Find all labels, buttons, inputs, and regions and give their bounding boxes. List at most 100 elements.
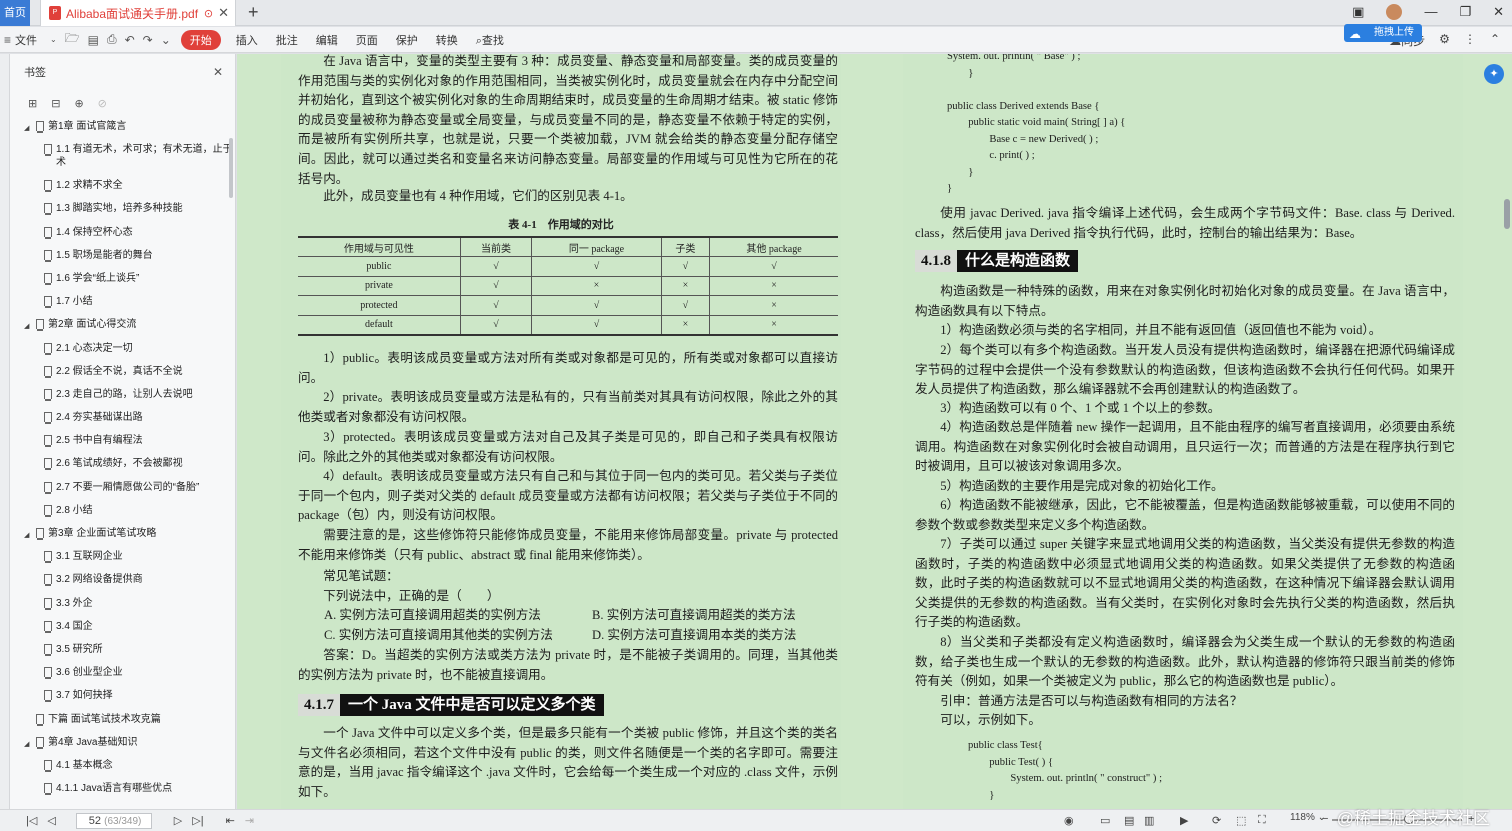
bookmark-item[interactable]: 2.3 走自己的路，让别人去说吧 bbox=[10, 384, 235, 407]
bookmark-item[interactable]: 3.1 互联网企业 bbox=[10, 546, 235, 569]
bookmark-icon bbox=[44, 342, 52, 355]
start-tab[interactable]: 开始 bbox=[180, 29, 221, 50]
rotate-icon[interactable]: ⟳ bbox=[1212, 814, 1221, 827]
save-icon[interactable]: ▤ bbox=[84, 33, 103, 47]
table-cell: √ bbox=[459, 315, 532, 335]
bookmark-chapter[interactable]: 下篇 面试笔试技术攻克篇 bbox=[10, 709, 235, 732]
delete-bookmark-icon[interactable]: ⊘ bbox=[98, 97, 107, 110]
restore-icon[interactable]: ❐ bbox=[1459, 4, 1471, 20]
table-row: private √ × × × bbox=[298, 276, 838, 296]
eye-mode-icon[interactable]: ◉ bbox=[1064, 814, 1074, 827]
redo-icon[interactable]: ↷ bbox=[139, 33, 157, 47]
insert-tab[interactable]: 插入 bbox=[227, 32, 267, 48]
collapse-all-icon[interactable]: ⊟ bbox=[51, 97, 60, 110]
play-icon[interactable]: ▶ bbox=[1180, 814, 1188, 827]
bookmark-item[interactable]: 2.7 不要一厢情愿做公司的“备胎” bbox=[10, 477, 235, 500]
two-page-icon[interactable]: ▥ bbox=[1144, 814, 1154, 827]
bookmark-item[interactable]: 3.5 研究所 bbox=[10, 639, 235, 662]
layout-icon[interactable]: ▣ bbox=[1352, 4, 1364, 20]
search-button[interactable]: ⌕查找 bbox=[467, 32, 513, 48]
add-bookmark-icon[interactable]: ⊕ bbox=[74, 97, 83, 110]
tab-close-icon[interactable]: ✕ bbox=[218, 5, 229, 21]
convert-tab[interactable]: 转换 bbox=[427, 32, 467, 48]
expand-triangle-icon[interactable]: ◢ bbox=[24, 120, 32, 135]
prev-page-icon[interactable]: ◁ bbox=[47, 814, 55, 827]
chevron-down-icon[interactable]: ⌄ bbox=[46, 35, 61, 44]
expand-all-icon[interactable]: ⊞ bbox=[28, 97, 37, 110]
crop-icon[interactable]: ⬚ bbox=[1236, 814, 1246, 827]
bookmark-item[interactable]: 1.5 职场是能者的舞台 bbox=[10, 245, 235, 268]
bookmark-item[interactable]: 3.2 网络设备提供商 bbox=[10, 569, 235, 592]
minimize-icon[interactable]: — bbox=[1424, 4, 1437, 20]
bookmark-item[interactable]: 1.2 求精不求全 bbox=[10, 175, 235, 198]
bookmark-item[interactable]: 4.1 基本概念 bbox=[10, 755, 235, 778]
bookmark-icon bbox=[44, 435, 52, 448]
print-icon[interactable]: ⎙ bbox=[103, 32, 121, 47]
bookmark-chapter[interactable]: ◢ 第3章 企业面试笔试攻略 bbox=[10, 523, 235, 546]
bookmark-chapter[interactable]: ◢ 第2章 面试心得交流 bbox=[10, 314, 235, 337]
last-page-icon[interactable]: ▷| bbox=[192, 814, 203, 827]
new-tab-button[interactable]: + bbox=[248, 2, 259, 23]
more-icon[interactable]: ⌄ bbox=[157, 33, 175, 47]
expand-triangle-icon[interactable]: ◢ bbox=[24, 318, 32, 333]
protect-tab[interactable]: 保护 bbox=[387, 32, 427, 48]
bookmark-item[interactable]: 2.6 笔试成绩好，不会被鄙视 bbox=[10, 453, 235, 476]
continuous-page-icon[interactable]: ▤ bbox=[1124, 814, 1134, 827]
page-tab[interactable]: 页面 bbox=[347, 32, 387, 48]
sidebar-scrollbar[interactable] bbox=[229, 138, 233, 198]
bookmark-chapter[interactable]: ◢ 第1章 面试官箴言 bbox=[10, 116, 235, 139]
first-page-icon[interactable]: |◁ bbox=[26, 814, 37, 827]
bookmark-icon bbox=[44, 481, 52, 494]
bookmark-label: 2.5 书中自有编程法 bbox=[56, 435, 143, 447]
zoom-out-icon[interactable]: − bbox=[1322, 813, 1328, 825]
sidebar-close-icon[interactable]: ✕ bbox=[213, 65, 223, 79]
bookmark-item[interactable]: 3.6 创业型企业 bbox=[10, 662, 235, 685]
main-toolbar: ≡ 文件 ⌄ 🗁 ▤ ⎙ ↶ ↷ ⌄ 开始 插入 批注 编辑 页面 保护 转换 … bbox=[0, 27, 1512, 53]
bookmark-item[interactable]: 2.4 夯实基础谋出路 bbox=[10, 407, 235, 430]
expand-triangle-icon[interactable]: ◢ bbox=[24, 736, 32, 751]
tab-home[interactable]: 首页 bbox=[0, 0, 30, 26]
single-page-icon[interactable]: ▭ bbox=[1100, 814, 1110, 827]
bookmark-item[interactable]: 1.1 有道无术，术可求；有术无道，止于术 bbox=[10, 139, 235, 175]
more-options-icon[interactable]: ⋮ bbox=[1464, 32, 1476, 49]
bookmark-item[interactable]: 1.3 脚踏实地，培养多种技能 bbox=[10, 198, 235, 221]
document-scrollbar[interactable] bbox=[1504, 199, 1510, 229]
table-header-cell: 子类 bbox=[660, 237, 710, 257]
bookmark-item[interactable]: 1.6 学会“纸上谈兵” bbox=[10, 268, 235, 291]
page-number-input[interactable]: 52 (63/349) bbox=[75, 812, 152, 829]
drag-upload-button[interactable]: ☁ 拖拽上传 bbox=[1344, 24, 1422, 42]
file-menu[interactable]: 文件 bbox=[15, 32, 46, 48]
menu-icon[interactable]: ≡ bbox=[0, 33, 15, 47]
bookmark-item[interactable]: 3.4 国企 bbox=[10, 616, 235, 639]
fit-width-icon[interactable]: ⇥ bbox=[245, 814, 254, 827]
table-cell: × bbox=[531, 276, 662, 296]
bookmark-chapter[interactable]: ◢ 第4章 Java基础知识 bbox=[10, 732, 235, 755]
bookmark-item[interactable]: 3.7 如何抉择 bbox=[10, 685, 235, 708]
zoom-level[interactable]: 118% ⌄ bbox=[1290, 812, 1326, 823]
bookmark-item[interactable]: 2.5 书中自有编程法 bbox=[10, 430, 235, 453]
settings-icon[interactable]: ⚙ bbox=[1439, 32, 1450, 49]
fullscreen-icon[interactable]: ⛶ bbox=[1258, 814, 1266, 827]
paragraph: 常见笔试题： bbox=[323, 569, 399, 583]
bookmark-item[interactable]: 2.1 心态决定一切 bbox=[10, 338, 235, 361]
bookmark-item[interactable]: 1.7 小结 bbox=[10, 291, 235, 314]
bookmark-item[interactable]: 2.8 小结 bbox=[10, 500, 235, 523]
collapse-icon[interactable]: ⌃ bbox=[1490, 32, 1500, 49]
close-window-icon[interactable]: ✕ bbox=[1493, 4, 1504, 20]
assistant-icon[interactable]: ✦ bbox=[1484, 64, 1504, 84]
bookmark-item[interactable]: 2.2 假话全不说，真话不全说 bbox=[10, 361, 235, 384]
expand-triangle-icon[interactable] bbox=[24, 713, 32, 715]
edit-tab[interactable]: 编辑 bbox=[307, 32, 347, 48]
undo-icon[interactable]: ↶ bbox=[121, 33, 139, 47]
next-page-icon[interactable]: ▷ bbox=[174, 814, 182, 827]
bookmark-icon bbox=[44, 504, 52, 517]
annotate-tab[interactable]: 批注 bbox=[267, 32, 307, 48]
bookmark-item[interactable]: 1.4 保持空杯心态 bbox=[10, 222, 235, 245]
expand-triangle-icon[interactable]: ◢ bbox=[24, 527, 32, 542]
avatar[interactable] bbox=[1386, 4, 1403, 20]
open-folder-icon[interactable]: 🗁 bbox=[61, 29, 84, 50]
fit-page-icon[interactable]: ⇤ bbox=[226, 814, 235, 827]
tab-document[interactable]: P Alibaba面试通关手册.pdf ⊙ ✕ bbox=[40, 0, 236, 26]
bookmark-item[interactable]: 4.1.1 Java语言有哪些优点 bbox=[10, 778, 235, 801]
bookmark-item[interactable]: 3.3 外企 bbox=[10, 593, 235, 616]
